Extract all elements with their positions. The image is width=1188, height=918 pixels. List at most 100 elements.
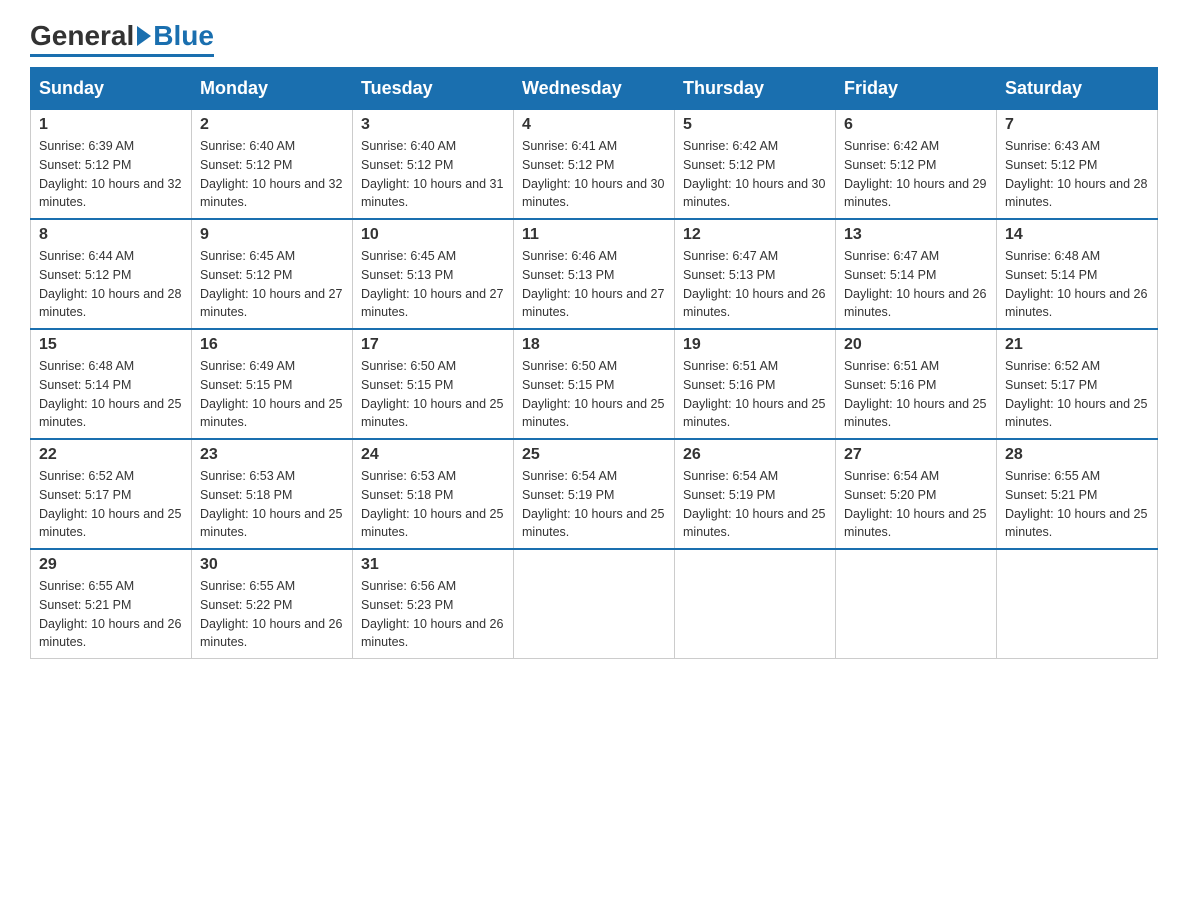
- day-info: Sunrise: 6:39 AM Sunset: 5:12 PM Dayligh…: [39, 137, 183, 212]
- day-info: Sunrise: 6:54 AM Sunset: 5:19 PM Dayligh…: [522, 467, 666, 542]
- day-number: 14: [1005, 226, 1149, 244]
- day-number: 20: [844, 336, 988, 354]
- day-info: Sunrise: 6:51 AM Sunset: 5:16 PM Dayligh…: [844, 357, 988, 432]
- col-header-tuesday: Tuesday: [353, 68, 514, 110]
- calendar-cell: 30 Sunrise: 6:55 AM Sunset: 5:22 PM Dayl…: [192, 549, 353, 659]
- calendar-cell: 28 Sunrise: 6:55 AM Sunset: 5:21 PM Dayl…: [997, 439, 1158, 549]
- day-number: 29: [39, 556, 183, 574]
- calendar-cell: 25 Sunrise: 6:54 AM Sunset: 5:19 PM Dayl…: [514, 439, 675, 549]
- day-info: Sunrise: 6:40 AM Sunset: 5:12 PM Dayligh…: [361, 137, 505, 212]
- day-number: 31: [361, 556, 505, 574]
- day-number: 8: [39, 226, 183, 244]
- calendar-cell: 19 Sunrise: 6:51 AM Sunset: 5:16 PM Dayl…: [675, 329, 836, 439]
- day-info: Sunrise: 6:48 AM Sunset: 5:14 PM Dayligh…: [39, 357, 183, 432]
- day-number: 1: [39, 116, 183, 134]
- col-header-sunday: Sunday: [31, 68, 192, 110]
- calendar-cell: 24 Sunrise: 6:53 AM Sunset: 5:18 PM Dayl…: [353, 439, 514, 549]
- calendar-week-row: 1 Sunrise: 6:39 AM Sunset: 5:12 PM Dayli…: [31, 110, 1158, 220]
- calendar-cell: 16 Sunrise: 6:49 AM Sunset: 5:15 PM Dayl…: [192, 329, 353, 439]
- calendar-week-row: 22 Sunrise: 6:52 AM Sunset: 5:17 PM Dayl…: [31, 439, 1158, 549]
- calendar-cell: 31 Sunrise: 6:56 AM Sunset: 5:23 PM Dayl…: [353, 549, 514, 659]
- day-number: 25: [522, 446, 666, 464]
- calendar-week-row: 8 Sunrise: 6:44 AM Sunset: 5:12 PM Dayli…: [31, 219, 1158, 329]
- calendar-cell: 29 Sunrise: 6:55 AM Sunset: 5:21 PM Dayl…: [31, 549, 192, 659]
- day-info: Sunrise: 6:47 AM Sunset: 5:13 PM Dayligh…: [683, 247, 827, 322]
- calendar-cell: 11 Sunrise: 6:46 AM Sunset: 5:13 PM Dayl…: [514, 219, 675, 329]
- logo-underline: [30, 54, 214, 57]
- logo-general-text: General: [30, 20, 134, 52]
- day-number: 11: [522, 226, 666, 244]
- calendar-cell: 3 Sunrise: 6:40 AM Sunset: 5:12 PM Dayli…: [353, 110, 514, 220]
- day-info: Sunrise: 6:47 AM Sunset: 5:14 PM Dayligh…: [844, 247, 988, 322]
- calendar-cell: 5 Sunrise: 6:42 AM Sunset: 5:12 PM Dayli…: [675, 110, 836, 220]
- day-info: Sunrise: 6:55 AM Sunset: 5:22 PM Dayligh…: [200, 577, 344, 652]
- calendar-cell: [836, 549, 997, 659]
- day-info: Sunrise: 6:55 AM Sunset: 5:21 PM Dayligh…: [1005, 467, 1149, 542]
- day-number: 17: [361, 336, 505, 354]
- calendar-cell: 21 Sunrise: 6:52 AM Sunset: 5:17 PM Dayl…: [997, 329, 1158, 439]
- day-number: 3: [361, 116, 505, 134]
- day-info: Sunrise: 6:55 AM Sunset: 5:21 PM Dayligh…: [39, 577, 183, 652]
- day-info: Sunrise: 6:50 AM Sunset: 5:15 PM Dayligh…: [361, 357, 505, 432]
- logo: General Blue: [30, 20, 214, 57]
- page-header: General Blue: [30, 20, 1158, 57]
- calendar-cell: 4 Sunrise: 6:41 AM Sunset: 5:12 PM Dayli…: [514, 110, 675, 220]
- calendar-cell: [514, 549, 675, 659]
- day-info: Sunrise: 6:48 AM Sunset: 5:14 PM Dayligh…: [1005, 247, 1149, 322]
- col-header-wednesday: Wednesday: [514, 68, 675, 110]
- day-info: Sunrise: 6:54 AM Sunset: 5:19 PM Dayligh…: [683, 467, 827, 542]
- calendar-cell: 6 Sunrise: 6:42 AM Sunset: 5:12 PM Dayli…: [836, 110, 997, 220]
- day-number: 24: [361, 446, 505, 464]
- day-number: 6: [844, 116, 988, 134]
- col-header-saturday: Saturday: [997, 68, 1158, 110]
- day-info: Sunrise: 6:46 AM Sunset: 5:13 PM Dayligh…: [522, 247, 666, 322]
- day-info: Sunrise: 6:56 AM Sunset: 5:23 PM Dayligh…: [361, 577, 505, 652]
- calendar-cell: 17 Sunrise: 6:50 AM Sunset: 5:15 PM Dayl…: [353, 329, 514, 439]
- logo-arrow-icon: [137, 26, 151, 46]
- day-number: 22: [39, 446, 183, 464]
- col-header-thursday: Thursday: [675, 68, 836, 110]
- day-number: 27: [844, 446, 988, 464]
- day-number: 23: [200, 446, 344, 464]
- calendar-cell: 26 Sunrise: 6:54 AM Sunset: 5:19 PM Dayl…: [675, 439, 836, 549]
- calendar-week-row: 29 Sunrise: 6:55 AM Sunset: 5:21 PM Dayl…: [31, 549, 1158, 659]
- day-number: 9: [200, 226, 344, 244]
- day-number: 12: [683, 226, 827, 244]
- day-info: Sunrise: 6:42 AM Sunset: 5:12 PM Dayligh…: [844, 137, 988, 212]
- day-number: 2: [200, 116, 344, 134]
- day-info: Sunrise: 6:53 AM Sunset: 5:18 PM Dayligh…: [361, 467, 505, 542]
- calendar-cell: 12 Sunrise: 6:47 AM Sunset: 5:13 PM Dayl…: [675, 219, 836, 329]
- calendar-cell: [997, 549, 1158, 659]
- calendar-cell: 22 Sunrise: 6:52 AM Sunset: 5:17 PM Dayl…: [31, 439, 192, 549]
- day-number: 26: [683, 446, 827, 464]
- calendar-cell: 13 Sunrise: 6:47 AM Sunset: 5:14 PM Dayl…: [836, 219, 997, 329]
- day-info: Sunrise: 6:43 AM Sunset: 5:12 PM Dayligh…: [1005, 137, 1149, 212]
- day-number: 28: [1005, 446, 1149, 464]
- day-info: Sunrise: 6:52 AM Sunset: 5:17 PM Dayligh…: [1005, 357, 1149, 432]
- day-info: Sunrise: 6:54 AM Sunset: 5:20 PM Dayligh…: [844, 467, 988, 542]
- calendar-cell: 7 Sunrise: 6:43 AM Sunset: 5:12 PM Dayli…: [997, 110, 1158, 220]
- day-number: 10: [361, 226, 505, 244]
- calendar-cell: 1 Sunrise: 6:39 AM Sunset: 5:12 PM Dayli…: [31, 110, 192, 220]
- calendar-cell: [675, 549, 836, 659]
- day-number: 18: [522, 336, 666, 354]
- calendar-header-row: SundayMondayTuesdayWednesdayThursdayFrid…: [31, 68, 1158, 110]
- day-info: Sunrise: 6:44 AM Sunset: 5:12 PM Dayligh…: [39, 247, 183, 322]
- calendar-cell: 10 Sunrise: 6:45 AM Sunset: 5:13 PM Dayl…: [353, 219, 514, 329]
- calendar-week-row: 15 Sunrise: 6:48 AM Sunset: 5:14 PM Dayl…: [31, 329, 1158, 439]
- calendar-cell: 23 Sunrise: 6:53 AM Sunset: 5:18 PM Dayl…: [192, 439, 353, 549]
- day-info: Sunrise: 6:52 AM Sunset: 5:17 PM Dayligh…: [39, 467, 183, 542]
- day-info: Sunrise: 6:45 AM Sunset: 5:13 PM Dayligh…: [361, 247, 505, 322]
- calendar-cell: 20 Sunrise: 6:51 AM Sunset: 5:16 PM Dayl…: [836, 329, 997, 439]
- day-number: 15: [39, 336, 183, 354]
- logo-blue-text: Blue: [153, 20, 214, 52]
- calendar-cell: 9 Sunrise: 6:45 AM Sunset: 5:12 PM Dayli…: [192, 219, 353, 329]
- day-number: 21: [1005, 336, 1149, 354]
- day-info: Sunrise: 6:51 AM Sunset: 5:16 PM Dayligh…: [683, 357, 827, 432]
- day-info: Sunrise: 6:42 AM Sunset: 5:12 PM Dayligh…: [683, 137, 827, 212]
- day-number: 4: [522, 116, 666, 134]
- calendar-table: SundayMondayTuesdayWednesdayThursdayFrid…: [30, 67, 1158, 659]
- day-number: 16: [200, 336, 344, 354]
- calendar-cell: 8 Sunrise: 6:44 AM Sunset: 5:12 PM Dayli…: [31, 219, 192, 329]
- calendar-cell: 15 Sunrise: 6:48 AM Sunset: 5:14 PM Dayl…: [31, 329, 192, 439]
